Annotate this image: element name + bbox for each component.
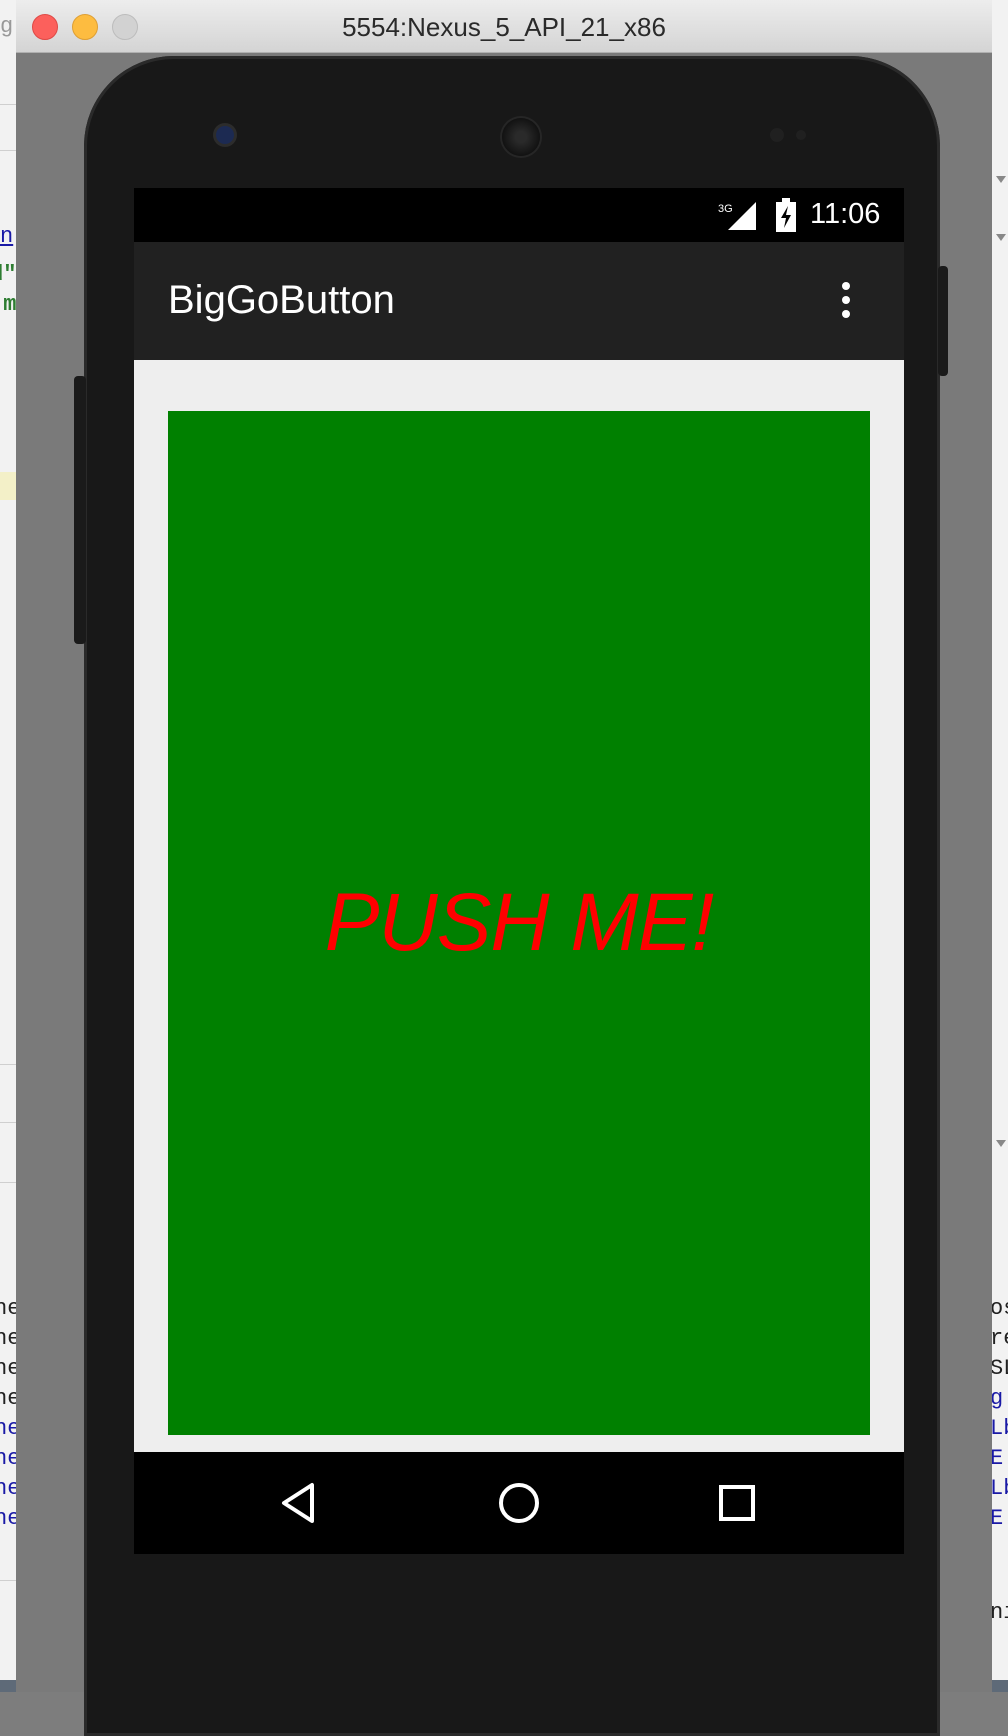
status-bar: 3G 11:06 [134, 188, 904, 242]
speaker-grille-icon [502, 118, 540, 156]
menu-dot [842, 310, 850, 318]
ide-divider [0, 104, 16, 105]
ide-divider [0, 1064, 16, 1065]
window-title: 5554:Nexus_5_API_21_x86 [342, 12, 666, 42]
ide-highlight-line [0, 472, 16, 500]
recents-square-icon[interactable] [714, 1480, 760, 1526]
scroll-arrow-icon [996, 234, 1006, 241]
app-bar: BigGoButton [134, 242, 904, 360]
ide-fragment: g [0, 14, 14, 39]
ide-left-strip: g n d" 'm ne ne ne ne ne ne ne ne [0, 0, 16, 1692]
status-time: 11:06 [810, 198, 881, 230]
ide-fragment: ne [0, 1326, 16, 1351]
back-triangle-icon[interactable] [276, 1480, 322, 1526]
window-titlebar[interactable]: 5554:Nexus_5_API_21_x86 [16, 0, 992, 53]
ide-fragment: re [990, 1326, 1008, 1351]
ide-fragment: ne [0, 1296, 16, 1321]
app-title: BigGoButton [168, 278, 395, 322]
ide-fragment: ne [0, 1446, 16, 1471]
ide-divider [0, 150, 16, 151]
ide-fragment: ne [0, 1476, 16, 1501]
ide-fragment: os [990, 1296, 1008, 1321]
sensor-icon [796, 130, 806, 140]
push-me-button[interactable]: PUSH ME! [168, 411, 870, 1435]
push-me-label: PUSH ME! [324, 877, 714, 968]
home-circle-icon[interactable] [496, 1480, 542, 1526]
ide-fragment: 'm [0, 292, 16, 317]
emulator-window: 5554:Nexus_5_API_21_x86 3G 11:06 BigGoBu… [16, 0, 992, 1736]
menu-dot [842, 296, 850, 304]
ide-divider [0, 1580, 16, 1581]
ide-fragment: SL [990, 1356, 1008, 1381]
navigation-bar [134, 1452, 904, 1554]
ide-fragment: ni [990, 1600, 1008, 1625]
ide-fragment: Lb [990, 1476, 1008, 1501]
network-type-label: 3G [718, 203, 733, 215]
battery-charging-icon [776, 198, 796, 232]
ide-fragment: ne [0, 1506, 16, 1531]
ide-right-strip: os re SL g Lb E Lb E ni [990, 0, 1008, 1692]
ide-fragment: Lb [990, 1416, 1008, 1441]
menu-dot [842, 282, 850, 290]
phone-side-button [938, 266, 948, 376]
sensor-icon [770, 128, 784, 142]
scroll-arrow-icon [996, 1140, 1006, 1147]
ide-fragment: d" [0, 262, 16, 287]
phone-side-button [74, 376, 86, 644]
ide-fragment: ne [0, 1356, 16, 1381]
phone-screen: 3G 11:06 BigGoButton PUSH ME! [134, 188, 904, 1554]
ide-fragment: n [0, 224, 14, 249]
scroll-arrow-icon [996, 176, 1006, 183]
signal-3g-icon: 3G [718, 202, 756, 230]
more-vert-icon[interactable] [828, 272, 864, 328]
ide-divider [0, 1182, 16, 1183]
ide-fragment: ne [0, 1416, 16, 1441]
front-camera-icon [216, 126, 234, 144]
ide-fragment: ne [0, 1386, 16, 1411]
ide-divider [0, 1122, 16, 1123]
